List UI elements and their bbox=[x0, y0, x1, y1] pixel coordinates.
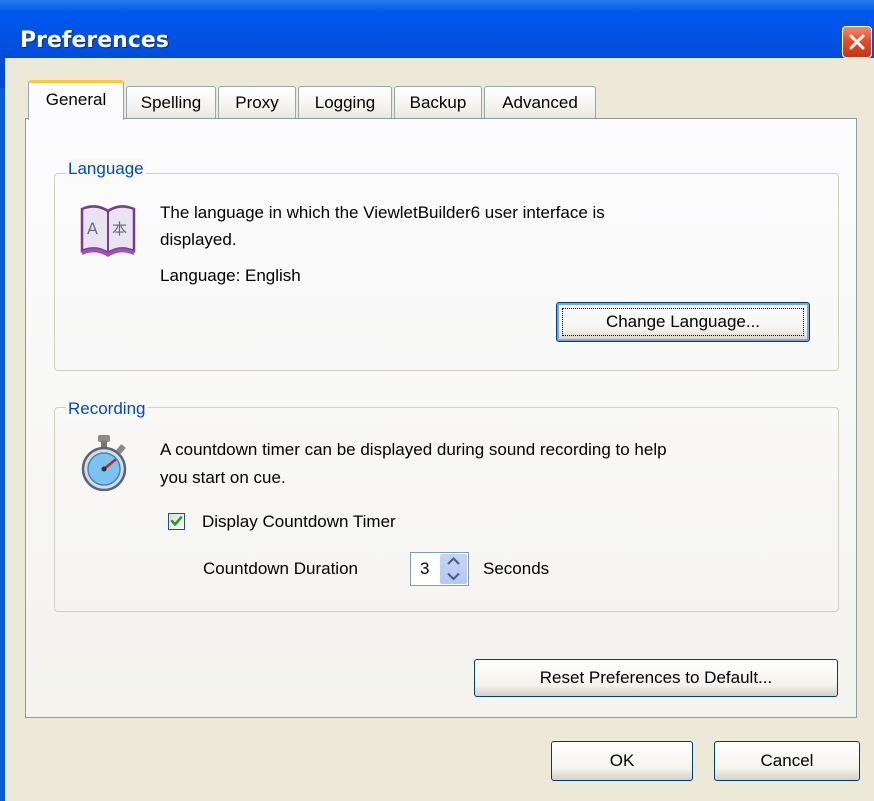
recording-description-line2: you start on cue. bbox=[160, 468, 286, 487]
language-description-line2: displayed. bbox=[160, 230, 237, 249]
ok-label: OK bbox=[609, 751, 635, 770]
cancel-button[interactable]: Cancel bbox=[714, 741, 860, 781]
preferences-dialog: Preferences General Spelling Proxy Loggi… bbox=[0, 0, 874, 801]
tab-label: Logging bbox=[314, 93, 376, 112]
cancel-label: Cancel bbox=[760, 751, 814, 770]
svg-text:A: A bbox=[87, 219, 98, 238]
display-countdown-checkbox[interactable] bbox=[168, 513, 185, 530]
checkmark-icon bbox=[170, 516, 183, 526]
spin-up-icon[interactable] bbox=[440, 554, 467, 569]
countdown-checkbox-label[interactable]: Display Countdown Timer bbox=[202, 512, 396, 532]
countdown-duration-label: Countdown Duration bbox=[203, 559, 358, 578]
tab-backup[interactable]: Backup bbox=[394, 86, 482, 120]
spinner-buttons bbox=[440, 554, 467, 584]
tab-logging[interactable]: Logging bbox=[298, 86, 392, 120]
tab-label: General bbox=[45, 90, 107, 109]
language-label: Language: bbox=[160, 266, 241, 285]
dictionary-book-icon: A 本 bbox=[80, 205, 136, 257]
ok-button[interactable]: OK bbox=[551, 741, 693, 781]
recording-description-line1: A countdown timer can be displayed durin… bbox=[160, 440, 667, 459]
focus-ring bbox=[562, 308, 804, 336]
recording-group-title: Recording bbox=[66, 399, 148, 419]
window-title: Preferences bbox=[20, 28, 169, 53]
language-value: English bbox=[245, 266, 301, 285]
countdown-duration-spinner[interactable]: 3 bbox=[410, 552, 469, 586]
countdown-duration-unit: Seconds bbox=[483, 559, 550, 578]
spin-down-icon[interactable] bbox=[440, 569, 467, 584]
tab-spelling[interactable]: Spelling bbox=[126, 86, 216, 120]
stopwatch-icon bbox=[81, 435, 127, 491]
tab-label: Advanced bbox=[502, 93, 578, 112]
tab-panel-general: Language A 本 The language in which the V… bbox=[25, 118, 857, 718]
tab-proxy[interactable]: Proxy bbox=[218, 86, 296, 120]
language-description-line1: The language in which the ViewletBuilder… bbox=[160, 203, 605, 222]
tab-general[interactable]: General bbox=[28, 80, 124, 120]
svg-text:本: 本 bbox=[112, 220, 127, 238]
reset-preferences-label: Reset Preferences to Default... bbox=[539, 668, 773, 687]
change-language-button[interactable]: Change Language... bbox=[556, 302, 810, 342]
language-group-title: Language bbox=[66, 159, 146, 179]
tab-label: Spelling bbox=[140, 93, 202, 112]
countdown-duration-value[interactable]: 3 bbox=[420, 559, 429, 579]
tab-label: Backup bbox=[409, 93, 467, 112]
close-x-icon bbox=[849, 34, 865, 50]
reset-preferences-button[interactable]: Reset Preferences to Default... bbox=[474, 659, 838, 697]
tab-label: Proxy bbox=[235, 93, 279, 112]
close-button[interactable] bbox=[842, 26, 872, 58]
tab-advanced[interactable]: Advanced bbox=[484, 86, 596, 120]
